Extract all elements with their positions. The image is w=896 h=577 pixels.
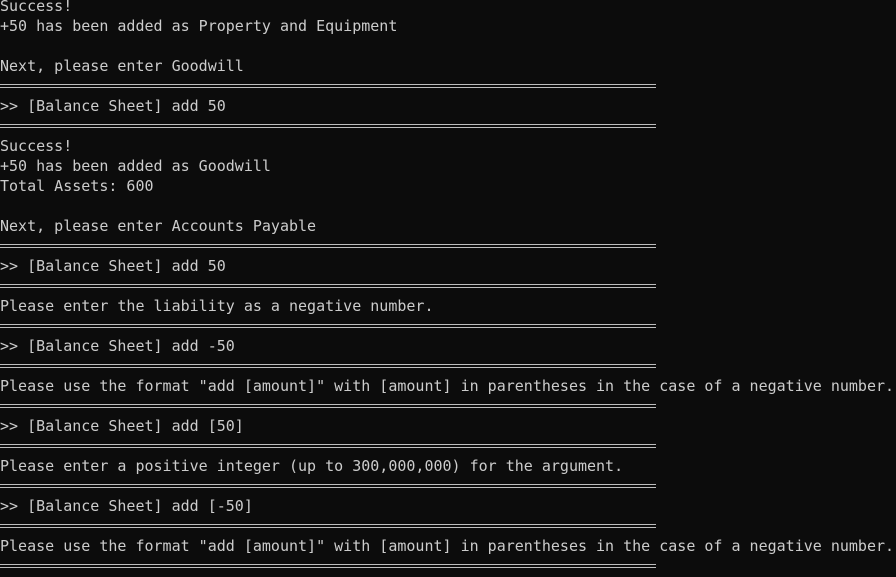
double-rule (0, 76, 656, 96)
double-rule (0, 316, 656, 336)
separator-line (0, 436, 896, 456)
separator-line (0, 236, 896, 256)
double-rule (0, 476, 656, 496)
output-line: Next, please enter Goodwill (0, 57, 244, 75)
double-rule (0, 116, 656, 136)
output-line: Success! (0, 0, 73, 15)
output-line: Success! (0, 137, 73, 155)
separator-line (0, 476, 896, 496)
double-rule (0, 556, 656, 576)
output-line: Total Assets: 600 (0, 177, 154, 195)
output-line: Next, please enter Accounts Payable (0, 217, 317, 235)
double-rule (0, 356, 656, 376)
command-prompt-line: >> [Balance Sheet] add 50 (0, 97, 226, 115)
double-rule (0, 276, 656, 296)
command-prompt-line: >> [Balance Sheet] add [50] (0, 417, 244, 435)
separator-line (0, 356, 896, 376)
terminal-output[interactable]: Success! +50 has been added as Property a… (0, 0, 896, 576)
command-prompt-line: >> [Balance Sheet] add [-50] (0, 497, 253, 515)
output-line: Please enter the liability as a negative… (0, 297, 434, 315)
command-prompt-line: >> [Balance Sheet] add -50 (0, 337, 235, 355)
separator-line (0, 276, 896, 296)
double-rule (0, 236, 656, 256)
output-line: +50 has been added as Goodwill (0, 157, 271, 175)
separator-line (0, 396, 896, 416)
double-rule (0, 436, 656, 456)
output-line: Please use the format "add [amount]" wit… (0, 537, 895, 555)
output-line: Please use the format "add [amount]" wit… (0, 377, 895, 395)
separator-line (0, 516, 896, 536)
double-rule (0, 396, 656, 416)
separator-line (0, 116, 896, 136)
separator-line (0, 556, 896, 576)
output-line: +50 has been added as Property and Equip… (0, 17, 398, 35)
command-prompt-line: >> [Balance Sheet] add 50 (0, 257, 226, 275)
output-line: Please enter a positive integer (up to 3… (0, 457, 624, 475)
separator-line (0, 76, 896, 96)
separator-line (0, 316, 896, 336)
double-rule (0, 516, 656, 536)
